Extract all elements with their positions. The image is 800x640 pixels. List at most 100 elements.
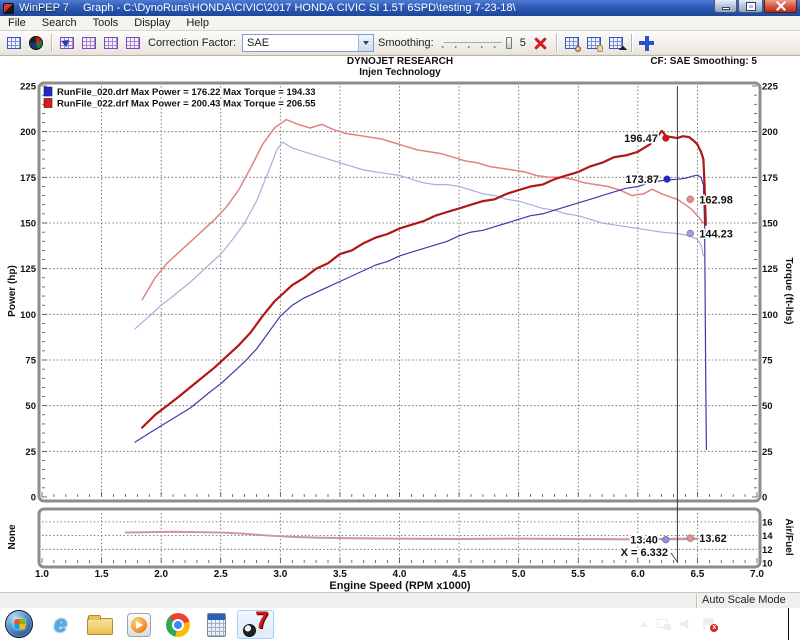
correction-factor-label: Correction Factor: xyxy=(148,37,236,49)
chrome-icon xyxy=(166,613,190,637)
cursor-marker-dot xyxy=(662,536,669,543)
clock-time: 12:45 PM xyxy=(726,611,773,624)
network-icon[interactable] xyxy=(657,619,671,630)
rpm-tick-label: 5.5 xyxy=(571,569,585,580)
move-axes-button[interactable] xyxy=(636,33,658,54)
chevron-down-icon xyxy=(363,41,369,45)
cursor-marker-dot xyxy=(687,230,694,237)
smoothing-value: 5 xyxy=(520,37,526,49)
power-tick-label: 200 xyxy=(20,127,36,138)
menu-tools[interactable]: Tools xyxy=(85,16,127,30)
taskbar-item-calculator[interactable] xyxy=(198,610,235,639)
power-tick-label: 25 xyxy=(25,447,36,458)
taskbar-item-chrome[interactable] xyxy=(159,610,196,639)
rpm-tick-label: 3.0 xyxy=(273,569,287,580)
af-tick-label: 16 xyxy=(762,517,773,528)
torque-tick-label: 100 xyxy=(762,310,778,321)
rpm-tick-label: 4.0 xyxy=(393,569,407,580)
cursor-marker-dot xyxy=(662,135,669,142)
af-tick-label: 14 xyxy=(762,531,773,542)
clock-date: 10/3/2018 xyxy=(726,624,773,637)
power-tick-label: 150 xyxy=(20,219,36,230)
title-bar: WinPEP 7 Graph - C:\DynoRuns\HONDA\CIVIC… xyxy=(0,0,800,16)
graph-split-button[interactable] xyxy=(100,33,122,54)
cursor-marker-dot xyxy=(687,535,694,542)
torque-tick-label: 25 xyxy=(762,447,773,458)
minimize-icon xyxy=(722,7,730,10)
restore-icon xyxy=(747,3,755,10)
left-axis-title: Power (hp) xyxy=(7,265,18,317)
slider-handle[interactable] xyxy=(506,37,512,49)
af-right-axis-title: Air/Fuel xyxy=(783,518,794,555)
legend-entry: RunFile_020.drf Max Power = 176.22 Max T… xyxy=(57,87,316,98)
tray-expand-icon[interactable] xyxy=(640,622,648,627)
red-x-icon xyxy=(534,37,547,50)
correction-factor-value: SAE xyxy=(243,37,358,49)
statusbar-separator xyxy=(696,594,697,608)
taskbar-item-explorer[interactable] xyxy=(81,610,118,639)
pan-graph-button[interactable] xyxy=(583,33,605,54)
correction-factor-select[interactable]: SAE xyxy=(242,34,374,52)
menu-bar: File Search Tools Display Help xyxy=(0,16,800,31)
graph-single-icon xyxy=(82,37,96,49)
af-left-axis-title: None xyxy=(7,524,18,549)
winpep-window: 0025255050757510010012512515015017517520… xyxy=(0,0,800,640)
af-tick-label: 12 xyxy=(762,545,773,556)
dropdown-button[interactable] xyxy=(358,35,373,51)
taskbar-item-winpep[interactable]: 7 xyxy=(237,610,274,639)
cursor-graph-button[interactable] xyxy=(605,33,627,54)
magnifier-icon xyxy=(575,46,581,52)
taskbar-item-ie[interactable]: e xyxy=(42,610,79,639)
cursor-value-label: 196.47 xyxy=(624,133,658,145)
taskbar-clock[interactable]: 12:45 PM 10/3/2018 xyxy=(726,611,773,637)
torque-tick-label: 175 xyxy=(762,173,779,184)
power-tick-label: 50 xyxy=(25,401,36,412)
torque-tick-label: 0 xyxy=(762,493,767,504)
graph-quad-button[interactable] xyxy=(122,33,144,54)
cursor-value-label: 144.23 xyxy=(699,228,733,240)
menu-display[interactable]: Display xyxy=(126,16,178,30)
right-axis-title: Torque (ft-lbs) xyxy=(783,257,794,324)
zoom-graph-button[interactable] xyxy=(561,33,583,54)
grid-icon xyxy=(7,37,21,49)
toolbar-separator xyxy=(556,34,557,52)
gauge-view-button[interactable] xyxy=(25,33,47,54)
toolbar: Correction Factor: SAE Smoothing: 5 xyxy=(0,31,800,56)
app-name: WinPEP 7 xyxy=(19,2,69,14)
torque-tick-label: 200 xyxy=(762,127,778,138)
scale-mode-status: Auto Scale Mode xyxy=(702,594,786,606)
speaker-icon[interactable] xyxy=(680,619,693,630)
af-tick-label: 10 xyxy=(762,559,773,570)
menu-file[interactable]: File xyxy=(0,16,34,30)
maximize-button[interactable] xyxy=(738,0,763,13)
chart-subtitle: Injen Technology xyxy=(359,67,441,78)
action-center-flag-icon[interactable]: x xyxy=(702,618,715,630)
torque-tick-label: 125 xyxy=(762,264,779,275)
alert-badge: x xyxy=(710,624,718,632)
status-bar: Auto Scale Mode xyxy=(0,592,800,608)
graph-view-button[interactable] xyxy=(56,33,78,54)
close-button[interactable] xyxy=(764,0,797,13)
taskbar-item-media-player[interactable] xyxy=(120,610,157,639)
menu-help[interactable]: Help xyxy=(178,16,217,30)
move-arrows-icon xyxy=(639,36,654,51)
start-button[interactable] xyxy=(5,610,33,638)
clear-runs-button[interactable] xyxy=(530,33,552,54)
media-player-icon xyxy=(127,613,151,637)
power-tick-label: 175 xyxy=(20,173,37,184)
data-grid-button[interactable] xyxy=(3,33,25,54)
rpm-tick-label: 5.0 xyxy=(512,569,526,580)
graph-split-icon xyxy=(104,37,118,49)
minimize-button[interactable] xyxy=(714,0,737,13)
legend-swatch xyxy=(44,87,52,96)
x-axis-title: Engine Speed (RPM x1000) xyxy=(329,580,471,592)
taskbar: e 7 x 12:45 PM 10/3/2018 xyxy=(0,608,800,640)
graph-single-button[interactable] xyxy=(78,33,100,54)
torque-tick-label: 75 xyxy=(762,356,773,367)
cursor-marker-dot xyxy=(664,176,671,183)
smoothing-slider[interactable] xyxy=(442,36,512,50)
menu-search[interactable]: Search xyxy=(34,16,85,30)
close-icon xyxy=(775,1,787,11)
torque-tick-label: 225 xyxy=(762,82,779,93)
show-desktop-button[interactable] xyxy=(788,608,796,640)
